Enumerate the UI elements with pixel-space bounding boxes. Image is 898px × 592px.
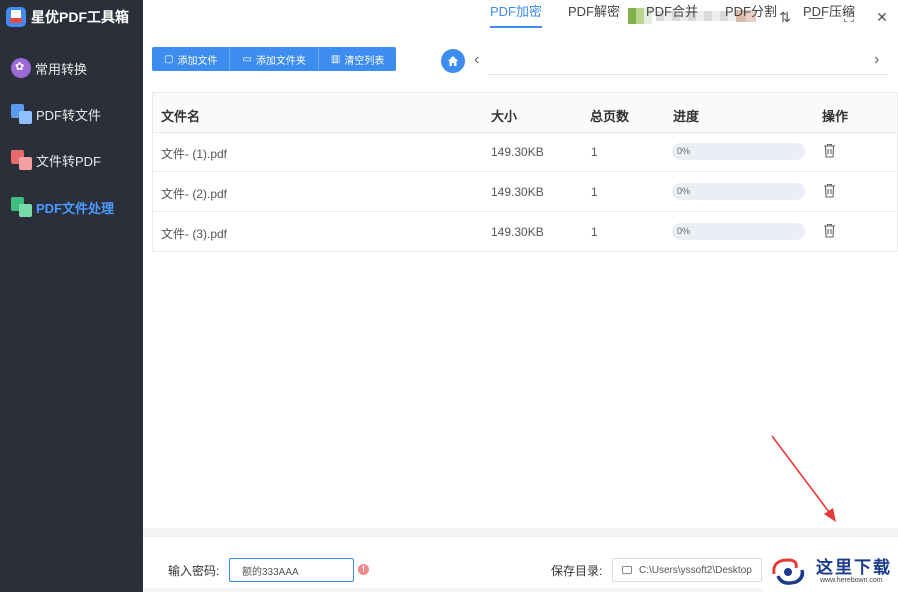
warning-icon: ! bbox=[358, 564, 369, 575]
sidebar-item-pdf-process[interactable]: PDF文件处理 bbox=[0, 187, 143, 227]
add-folder-label: 添加文件夹 bbox=[255, 55, 306, 67]
table-row[interactable]: 文件- (2).pdf 149.30KB 1 0% bbox=[153, 172, 897, 212]
watermark-text: 这里下载 bbox=[816, 558, 892, 578]
cell-size: 149.30KB bbox=[491, 185, 544, 199]
home-icon bbox=[448, 56, 458, 66]
save-dir-label: 保存目录: bbox=[551, 564, 603, 578]
save-dir-field[interactable]: C:\Users\yssoft2\Desktop bbox=[612, 558, 762, 582]
tab-pdf-compress[interactable]: PDF压缩 bbox=[803, 0, 855, 28]
pdf-to-file-icon bbox=[11, 104, 32, 124]
watermark-url: www.herebown.com bbox=[820, 577, 883, 584]
tab-next-icon[interactable]: › bbox=[874, 50, 879, 70]
tab-divider bbox=[488, 74, 888, 75]
header-size: 大小 bbox=[491, 109, 518, 124]
add-file-label: 添加文件 bbox=[177, 55, 218, 67]
header-filename: 文件名 bbox=[161, 109, 201, 124]
tab-pdf-split[interactable]: PDF分割 bbox=[725, 0, 777, 28]
app-title: 星优PDF工具箱 bbox=[31, 9, 129, 25]
home-button[interactable] bbox=[441, 49, 465, 73]
sidebar-item-pdf-to-file[interactable]: PDF转文件 bbox=[0, 94, 143, 134]
password-label: 输入密码: bbox=[168, 564, 220, 578]
cell-filename: 文件- (3).pdf bbox=[161, 227, 228, 241]
app-logo-icon bbox=[6, 7, 26, 27]
cell-filename: 文件- (2).pdf bbox=[161, 187, 228, 201]
header-progress: 进度 bbox=[673, 109, 700, 124]
clear-list-label: 清空列表 bbox=[344, 55, 385, 67]
pdf-process-icon bbox=[11, 197, 32, 217]
header-action: 操作 bbox=[822, 109, 849, 124]
file-table: 文件名 大小 总页数 进度 操作 文件- (1).pdf 149.30KB 1 … bbox=[152, 92, 898, 252]
cell-pages: 1 bbox=[591, 225, 598, 239]
progress-text: 0% bbox=[677, 146, 691, 156]
clear-list-button[interactable]: ▥ 清空列表 bbox=[318, 47, 397, 71]
delete-icon[interactable] bbox=[823, 143, 836, 158]
delete-icon[interactable] bbox=[823, 183, 836, 198]
sidebar-item-label: 常用转换 bbox=[35, 61, 88, 77]
watermark-logo-icon bbox=[772, 558, 805, 585]
close-button[interactable]: ✕ bbox=[873, 8, 891, 26]
sidebar-item-label: PDF文件处理 bbox=[36, 200, 115, 216]
tab-pdf-decrypt[interactable]: PDF解密 bbox=[568, 0, 620, 28]
progress-bar: 0% bbox=[672, 223, 805, 240]
add-folder-button[interactable]: ▭ 添加文件夹 bbox=[230, 47, 319, 71]
header-pages: 总页数 bbox=[590, 109, 630, 124]
watermark: 这里下载 www.herebown.com bbox=[764, 550, 898, 592]
progress-text: 0% bbox=[677, 226, 691, 236]
sidebar-item-label: PDF转文件 bbox=[36, 107, 102, 123]
trash-icon: ▥ bbox=[330, 53, 341, 65]
save-dir-value: C:\Users\yssoft2\Desktop bbox=[639, 564, 752, 576]
annotation-arrow-icon bbox=[771, 435, 836, 522]
add-file-button[interactable]: ▢ 添加文件 bbox=[152, 47, 231, 71]
password-input[interactable] bbox=[229, 558, 354, 582]
cell-pages: 1 bbox=[591, 185, 598, 199]
sidebar-item-label: 文件转PDF bbox=[36, 153, 102, 169]
progress-bar: 0% bbox=[672, 143, 805, 160]
cell-size: 149.30KB bbox=[491, 225, 544, 239]
cell-filename: 文件- (1).pdf bbox=[161, 147, 228, 161]
tab-pdf-encrypt[interactable]: PDF加密 bbox=[490, 0, 543, 28]
file-to-pdf-icon bbox=[11, 150, 32, 170]
cell-size: 149.30KB bbox=[491, 145, 544, 159]
folder-icon: ▭ bbox=[242, 53, 252, 65]
progress-bar: 0% bbox=[672, 183, 805, 200]
toolbar: ▢ 添加文件 ▭ 添加文件夹 ▥ 清空列表 bbox=[152, 47, 397, 71]
progress-text: 0% bbox=[677, 186, 691, 196]
tab-pdf-merge[interactable]: PDF合并 bbox=[646, 0, 698, 28]
settings-icon[interactable]: ⇅ bbox=[776, 8, 794, 26]
tab-prev-icon[interactable]: ‹ bbox=[474, 50, 479, 70]
table-header: 文件名 大小 总页数 进度 操作 bbox=[153, 93, 897, 133]
table-row[interactable]: 文件- (1).pdf 149.30KB 1 0% bbox=[153, 132, 897, 172]
table-row[interactable]: 文件- (3).pdf 149.30KB 1 0% bbox=[153, 212, 897, 252]
app-brand: 星优PDF工具箱 bbox=[6, 6, 129, 28]
delete-icon[interactable] bbox=[823, 223, 836, 238]
cell-pages: 1 bbox=[591, 145, 598, 159]
sidebar-item-file-to-pdf[interactable]: 文件转PDF bbox=[0, 140, 143, 180]
sidebar-item-common-convert[interactable]: 常用转换 bbox=[0, 48, 143, 88]
flower-circle-icon bbox=[11, 58, 31, 78]
file-icon: ▢ bbox=[164, 53, 174, 65]
folder-icon bbox=[622, 566, 632, 574]
sidebar: 星优PDF工具箱 常用转换 PDF转文件 文件转PDF PDF文件处理 bbox=[0, 0, 143, 592]
